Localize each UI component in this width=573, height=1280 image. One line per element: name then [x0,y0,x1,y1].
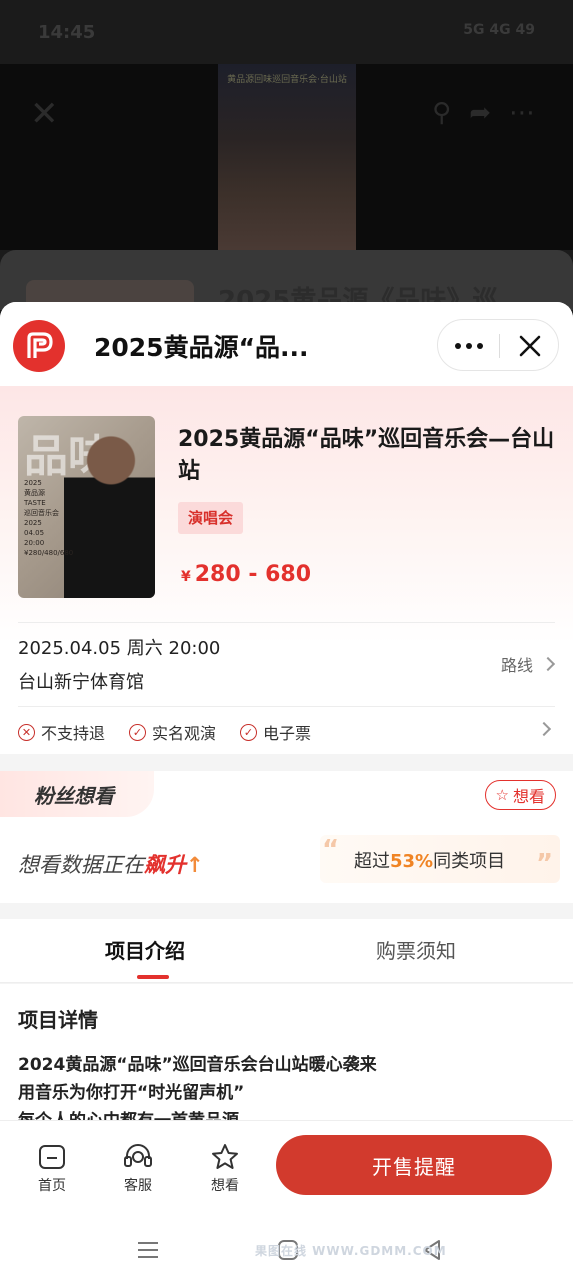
headset-icon [122,1143,154,1171]
poster-text: 2025 黄品源 TASTE 巡回音乐会 2025 04.05 20:00 ¥2… [24,478,74,558]
nav-home-button[interactable]: 首页 [22,1143,82,1195]
category-tag: 演唱会 [178,502,244,534]
status-bar: 14:45 5G 4G 49 [0,0,573,64]
background-topbar: ✕ 黄品源回味巡回音乐会·台山站 ⚲➦⋯ [0,64,573,250]
menu-icon [138,1242,158,1258]
event-venue[interactable]: 台山新宁体育馆 [18,668,144,694]
status-time: 14:45 [38,22,96,43]
poster-line: TASTE [24,499,46,507]
fans-badge-label: 粉丝想看 [34,784,114,808]
project-details: 项目详情 2024黄品源“品味”巡回音乐会台山站暖心袭来 用音乐为你打开“时光留… [0,984,573,1120]
mini-program-sheet: 2025黄品源“品... 品味 2025 黄品源 TASTE 巡回音乐会 202… [0,302,573,1220]
background-poster: 黄品源回味巡回音乐会·台山站 [218,64,356,250]
feature-label: 实名观演 [152,724,217,743]
sheet-header: 2025黄品源“品... [0,302,573,386]
poster-artist-image [64,426,155,598]
comparison-box: “ 超过53%同类项目 ” [320,835,560,883]
nav-label: 想看 [211,1178,239,1194]
watermark-text: 果图在线 WWW.GDMM.COM [255,1244,447,1258]
feature-real-name: ✓ 实名观演 [129,720,216,744]
tab-project-intro[interactable]: 项目介绍 [105,935,185,964]
fans-badge: 粉丝想看 [0,771,154,817]
details-line: 2024黄品源“品味”巡回音乐会台山站暖心袭来 [18,1055,377,1075]
quote-close-icon: ” [536,849,554,879]
service-features[interactable]: ✕ 不支持退 ✓ 实名观演 ✓ 电子票 [18,720,555,744]
fans-want-section: 粉丝想看 ☆ 想看 想看数据正在飙升↑ “ 超过53%同类项目 ” [0,771,573,903]
more-dot-icon [476,343,483,349]
nav-label: 客服 [124,1178,152,1194]
tab-purchase-notice[interactable]: 购票须知 [376,935,456,964]
feature-no-refund: ✕ 不支持退 [18,720,105,744]
system-navigation-bar: 果图在线 WWW.GDMM.COM [0,1220,573,1280]
more-options-button[interactable] [438,320,499,372]
details-line: 用音乐为你打开“时光留声机” [18,1083,245,1103]
check-circle-icon: ✓ [129,723,147,741]
up-arrow-icon: ↑ [186,853,204,877]
menu-button[interactable] [128,1232,168,1268]
status-indicators: 5G 4G 49 [463,22,535,38]
background-close-icon: ✕ [30,94,59,134]
trend-prefix: 想看数据正在 [18,853,144,877]
route-label: 路线 [500,656,533,675]
sheet-title: 2025黄品源“品... [94,333,309,362]
event-title: 2025黄品源“品味”巡回音乐会—台山站 [178,427,555,484]
content-tabs: 项目介绍 购票须知 [0,919,573,983]
details-heading: 项目详情 [18,1008,98,1032]
check-circle-icon: ✓ [240,723,258,741]
price-range: ¥280 - 680 [181,562,311,587]
close-button[interactable] [500,320,560,372]
price-value: 280 - 680 [194,562,312,587]
event-card: 品味 2025 黄品源 TASTE 巡回音乐会 2025 04.05 20:00… [0,386,573,754]
background-poster-title: 黄品源回味巡回音乐会·台山站 [227,75,347,85]
background-card: 2025黄品源《品味》巡 [0,250,573,320]
price-currency: ¥ [181,569,191,585]
more-dot-icon [454,343,461,349]
chevron-right-icon [536,721,552,737]
chevron-right-icon [540,656,556,672]
feature-label: 电子票 [263,724,312,743]
divider [18,622,555,623]
event-poster[interactable]: 品味 2025 黄品源 TASTE 巡回音乐会 2025 04.05 20:00… [18,416,155,598]
want-to-see-label: 想看 [512,787,545,806]
mini-program-capsule [437,319,559,371]
poster-line: 04.05 [24,529,45,537]
poster-line: 黄品源 [24,489,45,497]
more-dot-icon [465,343,472,349]
poster-line: 20:00 [24,539,45,547]
nav-service-button[interactable]: 客服 [108,1143,168,1195]
details-line: 每个人的心中都有一首黄品源 [18,1106,239,1120]
route-button[interactable]: 路线 [500,652,556,676]
nav-want-button[interactable]: 想看 [195,1143,255,1195]
poster-line: 2025 [24,479,42,487]
comparison-text: 超过53%同类项目 [354,847,505,873]
feature-label: 不支持退 [41,724,106,743]
divider [18,706,555,707]
background-action-icons: ⚲➦⋯ [432,98,553,128]
comparison-prefix: 超过 [354,851,390,872]
poster-line: ¥280/480/680 [24,549,74,557]
star-icon [209,1143,241,1171]
comparison-suffix: 同类项目 [433,851,506,872]
poster-line: 2025 [24,519,42,527]
home-icon [36,1143,68,1171]
x-circle-icon: ✕ [18,723,35,741]
event-datetime: 2025.04.05 周六 20:00 [18,638,221,659]
poster-line: 巡回音乐会 [24,509,59,517]
sale-reminder-button[interactable]: 开售提醒 [276,1135,552,1195]
nav-label: 首页 [38,1178,66,1194]
bottom-action-bar: 首页 客服 想看 开售提醒 [0,1120,573,1220]
feature-e-ticket: ✓ 电子票 [240,720,311,744]
active-tab-indicator [137,975,169,979]
trend-strong: 飙升 [144,853,186,877]
want-to-see-button[interactable]: ☆ 想看 [484,780,556,810]
comparison-percent: 53% [390,851,434,872]
star-outline-icon: ☆ [495,786,509,804]
quote-open-icon: “ [322,835,340,865]
app-logo-icon [13,320,65,372]
close-icon [519,335,541,357]
trend-text: 想看数据正在飙升↑ [18,849,204,879]
